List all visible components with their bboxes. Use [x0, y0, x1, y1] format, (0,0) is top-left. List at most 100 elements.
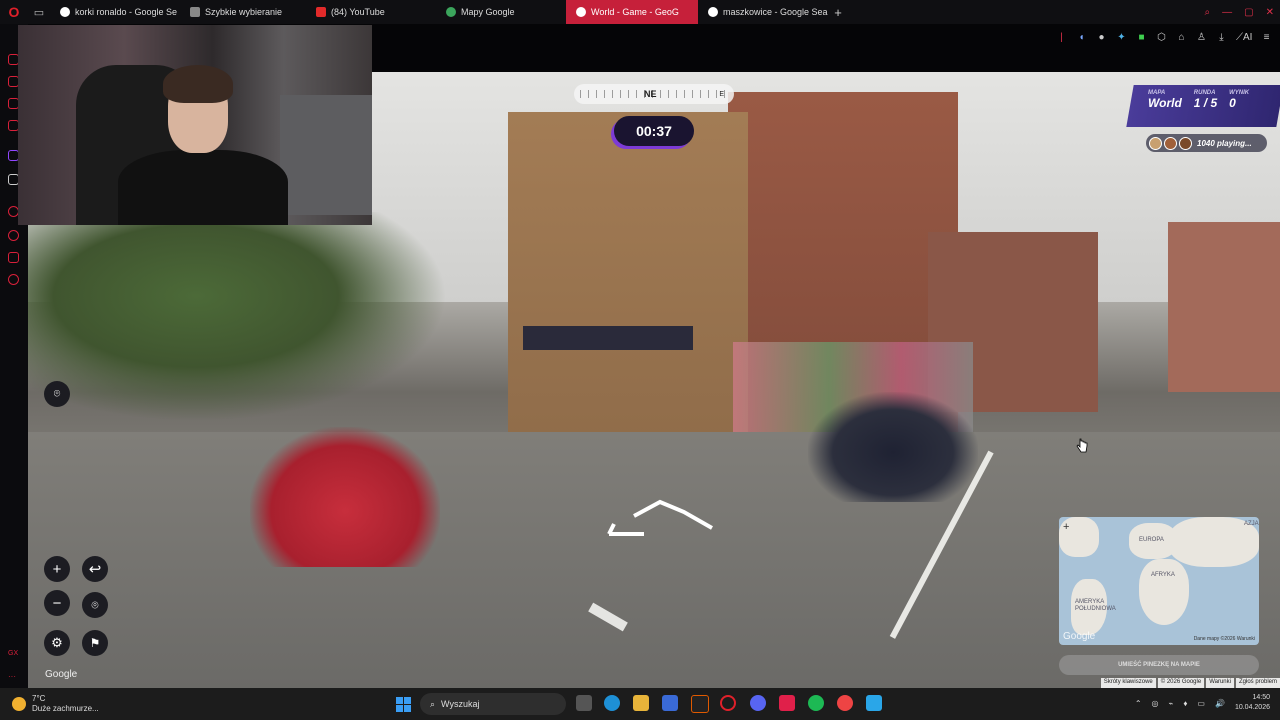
tiktok-icon[interactable]: [779, 695, 795, 711]
back-arrow-icon: ↩: [88, 561, 102, 578]
network-icon[interactable]: ⌁: [1169, 699, 1174, 708]
start-button[interactable]: [396, 697, 411, 712]
opera-logo-icon[interactable]: O: [0, 0, 28, 24]
building: [1168, 222, 1280, 392]
location-pin-button[interactable]: ⌾: [44, 381, 70, 407]
report-problem-link[interactable]: Zgłoś problem: [1235, 678, 1280, 688]
tab-label: World - Game - GeoG: [591, 7, 679, 17]
tab-label: Szybkie wybieranie: [205, 7, 283, 17]
extension-icon[interactable]: ■: [1136, 32, 1147, 43]
streamer-shirt: [118, 150, 288, 225]
ai-icon[interactable]: ⟋AI: [1236, 32, 1252, 43]
sidebar-settings-icon[interactable]: [8, 274, 19, 285]
tab-menu-icon[interactable]: ▭: [28, 0, 50, 24]
tab-google-maps[interactable]: Mapy Google: [436, 0, 566, 24]
pin-icon: ⌾: [91, 597, 99, 612]
africa-label: AFRYKA: [1151, 572, 1175, 578]
divider-icon: |: [1060, 32, 1063, 43]
menu-icon[interactable]: ≡: [1261, 32, 1272, 43]
volume-icon[interactable]: 🔊: [1215, 699, 1225, 708]
minimize-icon[interactable]: —: [1222, 7, 1232, 18]
obs-icon[interactable]: [691, 695, 709, 713]
discord-icon[interactable]: [750, 695, 766, 711]
sidebar-more-icon[interactable]: ···: [8, 672, 19, 683]
undo-move-button[interactable]: ↩: [82, 556, 108, 582]
pin-icon: ⌾: [53, 387, 61, 400]
minimap-footer: Dane mapy ©2026 Warunki: [1193, 636, 1255, 642]
tab-label: maszkowice - Google Sea: [723, 7, 828, 17]
compass-east: E: [719, 90, 724, 98]
clock-time: 14:50: [1252, 694, 1270, 701]
chevron-up-icon[interactable]: ⌃: [1135, 699, 1142, 708]
task-view-icon[interactable]: [576, 695, 592, 711]
tab-korki-ronaldo[interactable]: korki ronaldo - Google Se: [50, 0, 180, 24]
store-icon[interactable]: [662, 695, 678, 711]
map-value: World: [1148, 96, 1182, 110]
tab-label: korki ronaldo - Google Se: [75, 7, 178, 17]
round-timer: 00:37: [614, 116, 694, 146]
hand-cursor-icon: [1076, 438, 1088, 453]
keyboard-shortcuts-link[interactable]: Skróty klawiszowe: [1100, 678, 1156, 688]
guess-minimap[interactable]: EUROPA AZJA AFRYKA AMERYKA POŁUDNIOWA + …: [1059, 517, 1259, 645]
move-arrow-icon[interactable]: [604, 498, 714, 538]
spotify-icon[interactable]: [808, 695, 824, 711]
download-icon[interactable]: ⤓: [1216, 32, 1227, 43]
map-stat: MAPA World: [1148, 90, 1182, 110]
sidebar-gx-icon[interactable]: GX: [8, 650, 19, 661]
extension-icon[interactable]: ⬡: [1156, 32, 1167, 43]
clock[interactable]: 14:50 10.04.2026: [1235, 693, 1270, 713]
tray-app-icon[interactable]: ◎: [1152, 699, 1159, 708]
clock-date: 10.04.2026: [1234, 704, 1270, 711]
search-icon[interactable]: ⌕: [1205, 7, 1211, 18]
red-car: [250, 427, 440, 567]
app-grid-icon[interactable]: [866, 695, 882, 711]
zoom-in-button[interactable]: +: [44, 556, 70, 582]
terms-link[interactable]: Warunki: [1206, 678, 1234, 688]
extension-icon[interactable]: ✦: [1116, 32, 1127, 43]
browser-tab-bar: O ▭ korki ronaldo - Google Se Szybkie wy…: [0, 0, 1280, 24]
file-explorer-icon[interactable]: [633, 695, 649, 711]
maximize-icon[interactable]: ▢: [1244, 7, 1253, 18]
microphone-icon[interactable]: ♦: [1183, 699, 1187, 708]
map-attribution: Skróty klawiszowe © 2026 Google Warunki …: [1100, 678, 1280, 688]
round-value: 1 / 5: [1193, 96, 1218, 110]
sidebar-history-icon[interactable]: [8, 230, 19, 241]
playing-count: 1040 playing...: [1197, 138, 1252, 148]
app-icon[interactable]: [837, 695, 853, 711]
edge-icon[interactable]: [604, 695, 620, 711]
new-tab-button[interactable]: +: [828, 5, 848, 20]
display-icon[interactable]: ▭: [1197, 699, 1205, 708]
puzzle-icon[interactable]: ⌂: [1176, 32, 1187, 43]
opera-gx-icon[interactable]: [720, 695, 736, 711]
weather-widget[interactable]: 7°C Duże zachmurze...: [12, 694, 99, 714]
temperature: 7°C: [32, 694, 46, 703]
minimap-expand-icon[interactable]: +: [1063, 521, 1069, 533]
score-stat: WYNIK 0: [1229, 90, 1249, 110]
close-icon[interactable]: ✕: [1266, 7, 1274, 18]
flag-button[interactable]: ⚑: [82, 630, 108, 656]
tab-speed-dial[interactable]: Szybkie wybieranie: [180, 0, 306, 24]
tab-maszkowice[interactable]: maszkowice - Google Sea: [698, 0, 828, 24]
weather-icon: [12, 697, 26, 711]
zoom-out-button[interactable]: −: [44, 590, 70, 616]
dresser: [280, 95, 372, 215]
profile-icon[interactable]: ♙: [1196, 32, 1207, 43]
minus-icon: −: [52, 594, 62, 612]
compass-heading: NE: [644, 89, 657, 99]
tab-geoguessr[interactable]: World - Game - GeoG: [566, 0, 698, 24]
speaker-icon: [576, 7, 586, 17]
players-online[interactable]: 1040 playing...: [1146, 134, 1267, 152]
guess-button[interactable]: UMIEŚĆ PINEZKĘ NA MAPIE: [1059, 655, 1259, 675]
south-america-label: AMERYKA POŁUDNIOWA: [1075, 599, 1116, 612]
extension-icon[interactable]: ●: [1096, 32, 1107, 43]
tab-label: Mapy Google: [461, 7, 515, 17]
settings-button[interactable]: ⚙: [44, 630, 70, 656]
search-icon: ⌕: [430, 698, 436, 709]
tab-youtube[interactable]: (84) YouTube: [306, 0, 436, 24]
sidebar-send-icon[interactable]: [8, 252, 19, 263]
streamer-hair: [163, 65, 233, 103]
return-to-start-button[interactable]: ⌾: [82, 592, 108, 618]
windows-taskbar: 7°C Duże zachmurze... ⌕ Wyszukaj ⌃ ◎ ⌁ ♦…: [0, 688, 1280, 720]
audio-icon[interactable]: ◖: [1076, 32, 1087, 43]
taskbar-search[interactable]: ⌕ Wyszukaj: [420, 693, 566, 715]
